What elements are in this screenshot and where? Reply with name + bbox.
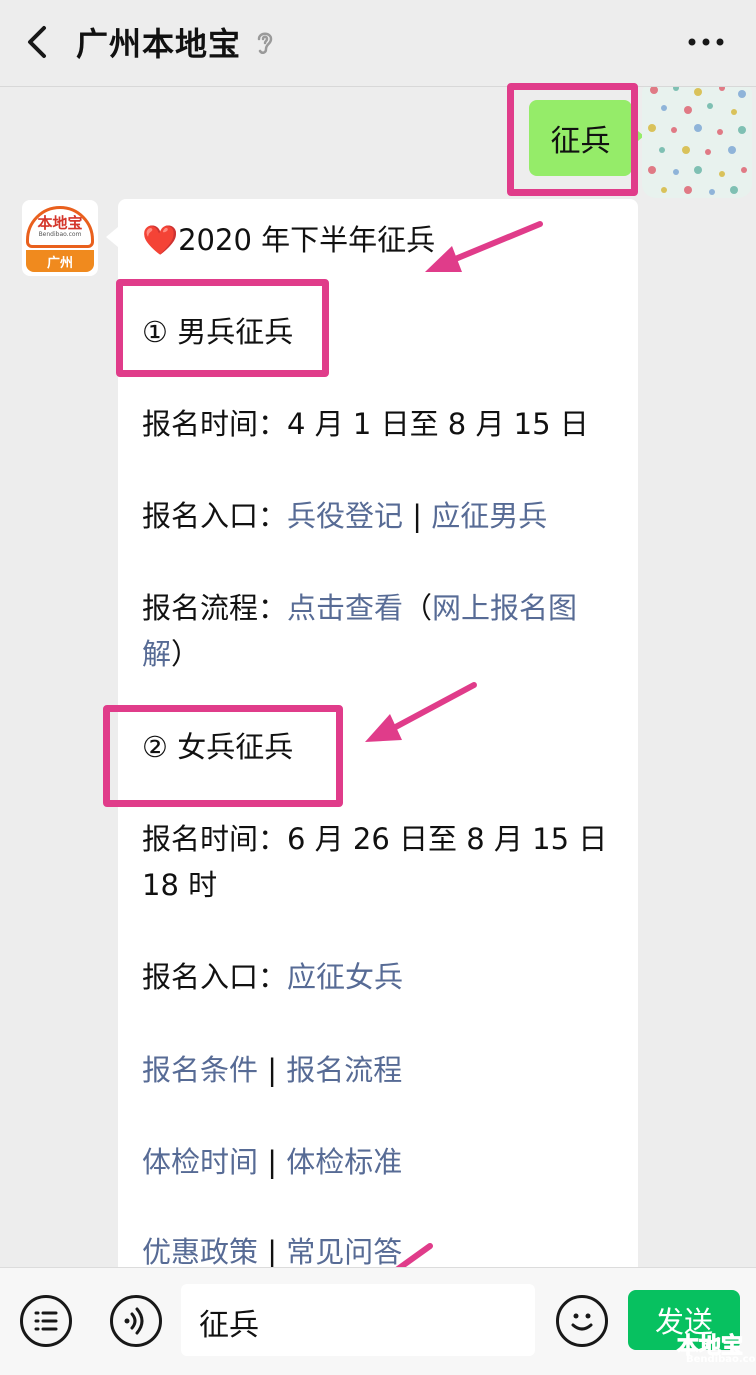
menu-list-icon[interactable] (20, 1295, 72, 1347)
link-view-flow[interactable]: 点击查看 (287, 591, 403, 625)
bendibao-avatar[interactable]: 本地宝 Bendibao.com 广州 (22, 200, 98, 276)
reply-heading: ❤️2020 年下半年征兵 (142, 223, 436, 257)
link-row-conditions-flow: 报名条件 | 报名流程 (142, 1053, 403, 1087)
emoji-icon[interactable] (556, 1295, 608, 1347)
highlight-box-sent (507, 83, 638, 196)
highlight-box-female (103, 705, 343, 807)
polka-dot-avatar-image (642, 87, 752, 198)
female-registration-time-cont: 18 时 (142, 868, 218, 902)
message-input[interactable]: 征兵 (181, 1284, 535, 1356)
link-online-registration-diagram[interactable]: 网上报名图 (432, 591, 577, 625)
link-row-medical: 体检时间 | 体检标准 (142, 1145, 403, 1179)
chat-title-group: 广州本地宝 (76, 18, 277, 66)
chevron-left-icon[interactable] (18, 20, 58, 64)
female-registration-time: 报名时间：6 月 26 日至 8 月 15 日 (142, 822, 608, 856)
female-registration-entry: 报名入口：应征女兵 (142, 960, 404, 994)
link-female-enlistment[interactable]: 应征女兵 (287, 960, 403, 994)
chat-area[interactable]: 征兵 本地宝 Bendibao.com 广州 ❤️2020 年下半年征兵 ① 男… (0, 87, 756, 1267)
more-icon[interactable] (686, 30, 726, 54)
ear-icon (257, 32, 273, 54)
male-registration-flow: 报名流程：点击查看（网上报名图 (142, 591, 578, 625)
input-bar: 征兵 发送 (0, 1267, 756, 1375)
chat-title: 广州本地宝 (76, 25, 242, 63)
top-bar: 广州本地宝 (0, 0, 756, 87)
link-preferential-policy[interactable]: 优惠政策 (142, 1235, 258, 1267)
link-male-enlistment[interactable]: 应征男兵 (431, 499, 547, 533)
link-faq[interactable]: 常见问答 (286, 1235, 402, 1267)
self-avatar[interactable] (642, 87, 752, 198)
link-medical-exam-standard[interactable]: 体检标准 (286, 1145, 402, 1179)
male-registration-entry: 报名入口：兵役登记 | 应征男兵 (142, 499, 548, 533)
link-registration-flow[interactable]: 报名流程 (286, 1053, 402, 1087)
bendibao-logo-city: 广州 (26, 250, 94, 272)
link-online-registration-diagram-cont[interactable]: 解 (142, 637, 171, 671)
link-row-policy-faq: 优惠政策 | 常见问答 (142, 1235, 403, 1267)
voice-icon[interactable] (110, 1295, 162, 1347)
highlight-box-male (116, 279, 329, 377)
link-registration-conditions[interactable]: 报名条件 (142, 1053, 258, 1087)
link-medical-exam-time[interactable]: 体检时间 (142, 1145, 258, 1179)
watermark-site: Bendibao.com (686, 1354, 756, 1365)
male-registration-time: 报名时间：4 月 1 日至 8 月 15 日 (142, 407, 589, 441)
link-military-service-registration[interactable]: 兵役登记 (287, 499, 403, 533)
message-input-value: 征兵 (199, 1308, 259, 1343)
male-registration-flow-cont: 解） (142, 637, 201, 671)
bendibao-logo: 本地宝 Bendibao.com (26, 206, 94, 248)
